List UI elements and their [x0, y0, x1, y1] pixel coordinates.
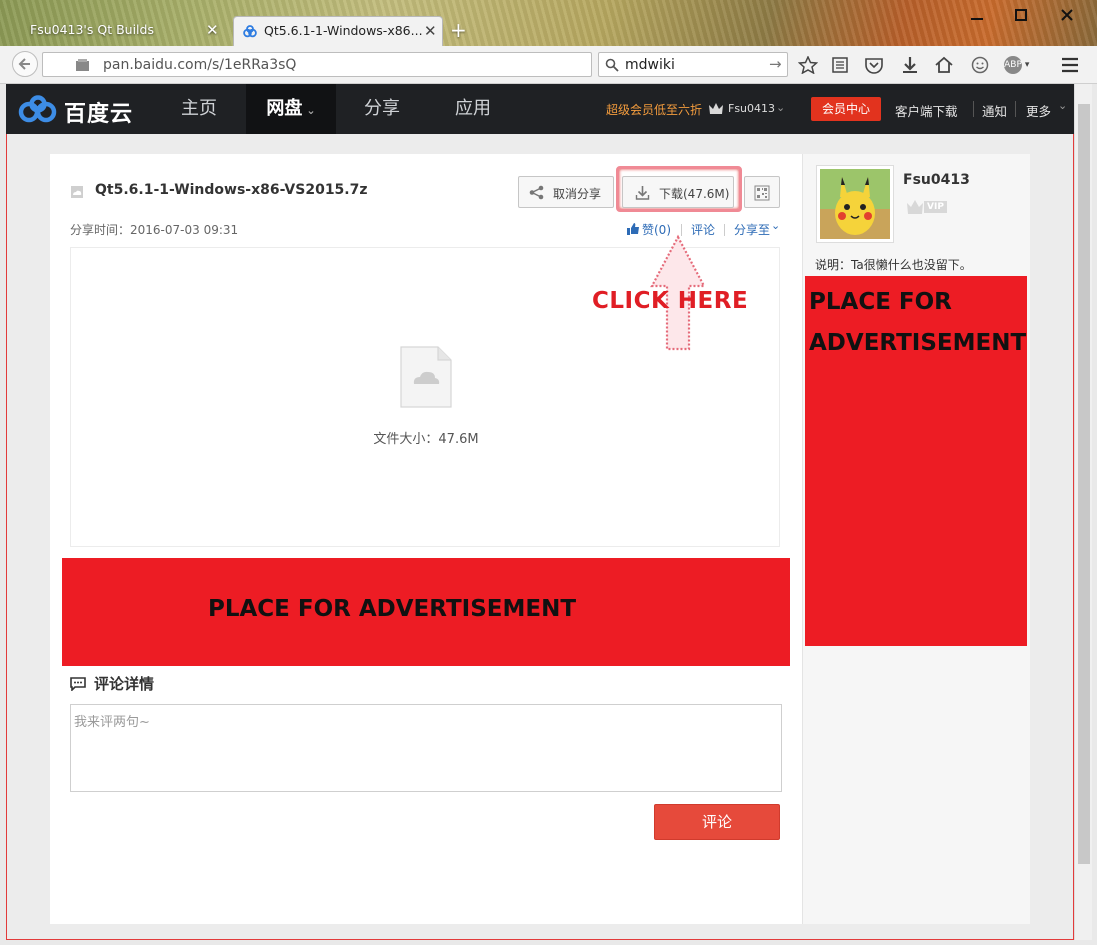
browser-tab[interactable]: Fsu0413's Qt Builds ✕	[8, 16, 233, 46]
comment-submit-button[interactable]: 评论	[654, 804, 780, 840]
menu-icon[interactable]	[1060, 56, 1080, 74]
chevron-down-icon[interactable]: ⌄	[776, 101, 785, 114]
url-text: pan.baidu.com/s/1eRRa3sQ	[103, 57, 297, 73]
vip-label: VIP	[924, 201, 947, 213]
nav-item-label: 分享	[364, 98, 400, 119]
browser-toolbar: pan.baidu.com/s/1eRRa3sQ ↻ mdwiki → ABP …	[0, 46, 1097, 84]
bookmark-star-icon[interactable]	[798, 56, 818, 74]
thumbs-up-icon[interactable]	[626, 222, 640, 235]
ad-placeholder-banner: PLACE FOR ADVERTISEMENT	[62, 558, 790, 666]
reading-list-icon[interactable]	[830, 56, 850, 74]
window-close-icon[interactable]	[1058, 6, 1076, 24]
download-button[interactable]: 下载(47.6M)	[622, 176, 734, 208]
notification-link[interactable]: 通知	[982, 101, 1007, 120]
promo-link[interactable]: 超级会员低至六折	[606, 101, 702, 118]
site-header: 百度云 主页 网盘 ⌄ 分享 应用 超级会员低至六折 Fsu0413 ⌄ 会员中心…	[6, 84, 1074, 134]
search-text: mdwiki	[625, 57, 675, 73]
sharer-description: 说明：Ta很懒什么也没留下。	[815, 258, 972, 272]
nav-item-label: 网盘	[266, 98, 303, 119]
file-type-icon	[71, 186, 83, 198]
user-menu[interactable]: Fsu0413	[728, 102, 775, 115]
chevron-down-icon[interactable]: ⌄	[1058, 99, 1067, 112]
share-icon	[529, 185, 544, 200]
click-here-annotation: CLICK HERE	[592, 288, 749, 314]
chevron-down-icon: ▾	[1024, 60, 1030, 70]
adblock-button[interactable]: ABP ▾	[1004, 56, 1040, 74]
share-time-label: 分享时间：	[70, 223, 131, 237]
ad-sidebar-text: PLACE FOR ADVERTISEMENT	[809, 289, 1027, 356]
scrollbar-thumb[interactable]	[1078, 104, 1090, 864]
file-name: Qt5.6.1-1-Windows-x86-VS2015.7z	[95, 182, 368, 198]
document-cloud-icon	[400, 346, 452, 408]
tab-title: Fsu0413's Qt Builds	[30, 22, 154, 37]
avatar[interactable]	[816, 165, 894, 243]
share-time-value: 2016-07-03 09:31	[130, 223, 239, 237]
divider	[1015, 101, 1016, 117]
client-download-link[interactable]: 客户端下载	[895, 101, 958, 120]
sharer-username[interactable]: Fsu0413	[903, 172, 970, 188]
nav-item-netdisk[interactable]: 网盘 ⌄	[246, 84, 336, 134]
tab-title: Qt5.6.1-1-Windows-x86...	[264, 23, 423, 38]
adblock-label: ABP	[1004, 56, 1022, 74]
nav-item-apps[interactable]: 应用	[430, 84, 516, 134]
search-bar[interactable]: mdwiki →	[598, 52, 788, 77]
crown-icon	[907, 200, 923, 214]
download-label: 下载(47.6M)	[659, 187, 730, 201]
new-tab-button[interactable]: +	[450, 18, 467, 42]
minimize-icon[interactable]	[968, 6, 986, 24]
smiley-icon[interactable]	[970, 56, 990, 74]
file-size: 文件大小：47.6M	[373, 432, 479, 447]
download-icon	[635, 186, 650, 200]
more-menu[interactable]: 更多	[1026, 101, 1051, 120]
divider	[973, 101, 974, 117]
qr-code-icon	[754, 185, 770, 201]
cancel-share-label: 取消分享	[553, 187, 602, 201]
back-button[interactable]	[12, 51, 38, 77]
qr-code-button[interactable]	[744, 176, 780, 208]
maximize-icon[interactable]	[1012, 6, 1030, 24]
search-go-icon[interactable]: →	[769, 55, 782, 73]
baidu-cloud-logo-icon[interactable]	[18, 95, 58, 123]
baidu-cloud-icon	[243, 25, 257, 38]
page-info-icon[interactable]	[75, 58, 91, 72]
share-file-panel: Qt5.6.1-1-Windows-x86-VS2015.7z 分享时间：201…	[50, 154, 802, 924]
comment-icon	[70, 677, 86, 691]
pocket-icon[interactable]	[864, 56, 884, 74]
chevron-down-icon: ⌄	[306, 104, 316, 117]
vip-badge: VIP	[906, 198, 947, 216]
sharer-sidebar: Fsu0413 VIP 说明：Ta很懒什么也没留下。 PLACE FOR ADV…	[802, 154, 1030, 924]
cancel-share-button[interactable]: 取消分享	[518, 176, 614, 208]
share-to-link[interactable]: 分享至	[734, 221, 770, 238]
scrollbar[interactable]	[1074, 84, 1092, 940]
pikachu-avatar-image	[820, 169, 890, 239]
browser-titlebar: Fsu0413's Qt Builds ✕ Qt5.6.1-1-Windows-…	[0, 0, 1097, 46]
close-icon[interactable]: ✕	[424, 22, 437, 40]
comment-input[interactable]	[70, 704, 782, 792]
nav-item-label: 主页	[181, 98, 217, 119]
back-arrow-icon	[18, 58, 30, 70]
close-icon[interactable]: ✕	[206, 21, 219, 39]
nav-item-label: 应用	[455, 98, 491, 119]
nav-item-share[interactable]: 分享	[339, 84, 425, 134]
address-bar[interactable]: pan.baidu.com/s/1eRRa3sQ ↻	[42, 52, 616, 77]
search-icon	[605, 58, 619, 72]
crown-icon	[709, 103, 723, 114]
nav-item-home[interactable]: 主页	[156, 84, 242, 134]
site-logo-text[interactable]: 百度云	[64, 96, 133, 128]
chevron-down-icon[interactable]: ⌄	[771, 219, 780, 232]
divider	[724, 224, 725, 236]
ad-banner-text: PLACE FOR ADVERTISEMENT	[207, 596, 577, 622]
vip-center-button[interactable]: 会员中心	[811, 97, 881, 121]
browser-tab-active[interactable]: Qt5.6.1-1-Windows-x86... ✕	[233, 16, 443, 46]
home-icon[interactable]	[934, 56, 954, 74]
download-icon[interactable]	[900, 56, 920, 74]
share-time: 分享时间：2016-07-03 09:31	[70, 221, 238, 238]
comments-title: 评论详情	[94, 675, 155, 693]
